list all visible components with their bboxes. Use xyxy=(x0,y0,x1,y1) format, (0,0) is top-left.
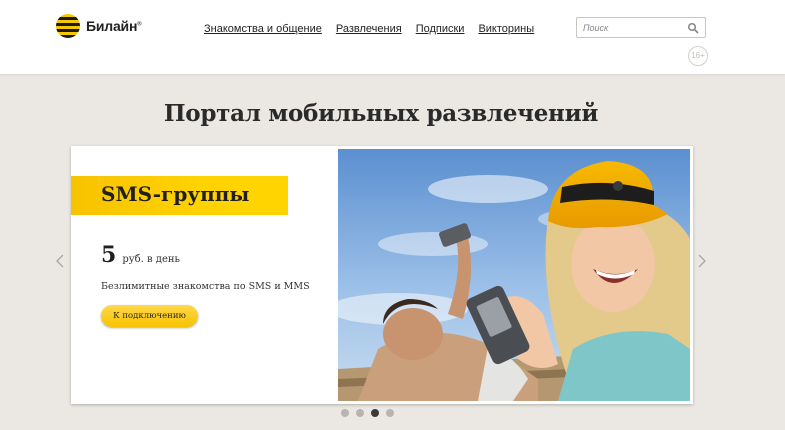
search-box xyxy=(576,17,706,38)
nav-link-subscriptions[interactable]: Подписки xyxy=(416,23,465,35)
page-title: Портал мобильных развлечений xyxy=(163,100,599,127)
nav-link-entertainment[interactable]: Развлечения xyxy=(336,23,402,35)
pager-dot-2[interactable] xyxy=(356,409,364,417)
promo-title: SMS-группы xyxy=(101,182,250,206)
connect-button[interactable]: К подключению xyxy=(101,305,198,327)
search-icon[interactable] xyxy=(687,22,699,34)
search-input[interactable] xyxy=(583,21,683,35)
main-nav: Знакомства и общение Развлечения Подписк… xyxy=(204,23,548,35)
pager-dot-4[interactable] xyxy=(386,409,394,417)
beeline-logo-icon xyxy=(56,14,80,38)
promo-description: Безлимитные знакомства по SMS и MMS xyxy=(101,281,310,292)
nav-link-quizzes[interactable]: Викторины xyxy=(478,23,534,35)
promo-ribbon: SMS-группы xyxy=(71,176,288,215)
logo-text: Билайн xyxy=(86,18,138,34)
beeline-logo[interactable]: Билайн® xyxy=(56,14,142,38)
price-value: 5 xyxy=(101,242,117,268)
pager-dot-3[interactable] xyxy=(371,409,379,417)
slider-pager xyxy=(341,409,401,417)
pager-dot-1[interactable] xyxy=(341,409,349,417)
price-unit: руб. в день xyxy=(122,254,180,265)
price: 5 руб. в день xyxy=(101,242,180,268)
promo-photo xyxy=(338,149,690,401)
promo-slide[interactable]: SMS-группы 5 руб. в день Безлимитные зна… xyxy=(71,146,693,404)
nav-link-dating[interactable]: Знакомства и общение xyxy=(204,23,322,35)
slider-prev-arrow-icon[interactable] xyxy=(55,254,65,268)
header: Билайн® Знакомства и общение Развлечения… xyxy=(0,0,785,74)
registered-mark: ® xyxy=(137,21,142,28)
age-rating-badge: 16+ xyxy=(688,46,708,66)
slider-next-arrow-icon[interactable] xyxy=(697,254,707,268)
